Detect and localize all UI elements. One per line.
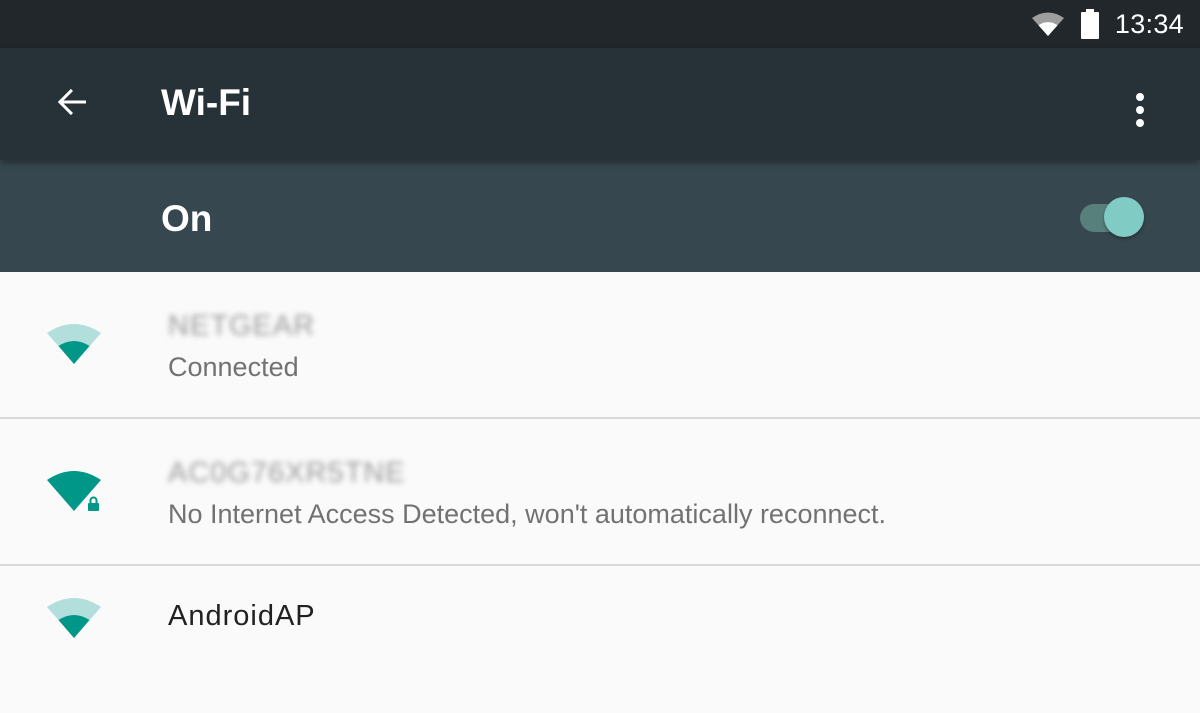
wifi-signal-full-lock-icon <box>44 469 106 519</box>
app-bar: Wi-Fi <box>0 48 1200 160</box>
network-list: NETGEAR Connected AC0G76XR5TNE No Intern… <box>0 272 1200 713</box>
network-ssid: AndroidAP <box>168 600 316 632</box>
wifi-signal-icon <box>1031 10 1065 38</box>
network-item[interactable]: NETGEAR Connected <box>0 272 1200 419</box>
network-item[interactable]: AC0G76XR5TNE No Internet Access Detected… <box>0 419 1200 566</box>
page-title: Wi-Fi <box>161 82 252 123</box>
switch-label: On <box>161 198 213 239</box>
wifi-signal-2-bars-icon <box>44 596 106 646</box>
arrow-back-icon <box>54 84 90 125</box>
wifi-signal-2-bars-icon <box>44 322 106 372</box>
wifi-master-switch-bar[interactable]: On <box>0 160 1200 272</box>
battery-icon <box>1080 9 1099 39</box>
overflow-menu-button[interactable] <box>1108 80 1172 144</box>
network-ssid: AC0G76XR5TNE <box>168 457 406 489</box>
toggle-thumb <box>1104 197 1144 237</box>
back-button[interactable] <box>40 72 104 136</box>
clock: 13:34 <box>1114 8 1184 39</box>
more-vert-icon <box>1134 92 1146 133</box>
wifi-toggle[interactable] <box>1080 197 1146 237</box>
network-item[interactable]: AndroidAP <box>0 566 1200 713</box>
network-status: No Internet Access Detected, won't autom… <box>168 499 887 529</box>
network-ssid: NETGEAR <box>168 310 316 342</box>
network-status: Connected <box>168 352 299 382</box>
status-bar: 13:34 <box>0 0 1200 48</box>
